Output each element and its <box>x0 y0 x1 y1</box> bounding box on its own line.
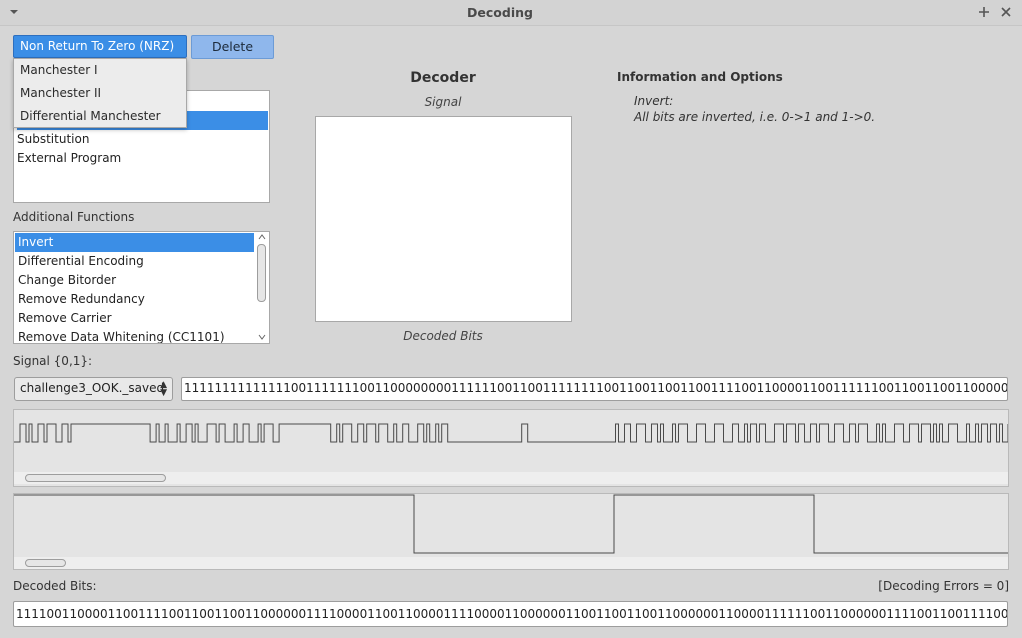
signal-bits-field[interactable]: 1111111111111100111111100110000000011111… <box>181 377 1008 401</box>
list-item[interactable]: Remove Carrier <box>15 309 254 328</box>
updown-arrow-icon: ▲ ▼ <box>160 380 167 398</box>
window-title: Decoding <box>467 5 533 20</box>
list-item[interactable]: Differential Encoding <box>15 252 254 271</box>
encoding-select[interactable]: Non Return To Zero (NRZ) <box>13 35 187 58</box>
info-title: Information and Options <box>617 70 783 84</box>
list-item[interactable]: Change Bitorder <box>15 271 254 290</box>
list-item[interactable]: Remove Redundancy <box>15 290 254 309</box>
list-item[interactable]: External Program <box>17 149 268 168</box>
title-bar: Decoding <box>0 0 1022 26</box>
close-icon[interactable] <box>998 4 1014 20</box>
scroll-down-icon[interactable] <box>258 334 266 340</box>
additional-functions-label: Additional Functions <box>13 210 135 224</box>
info-description: All bits are inverted, i.e. 0->1 and 1->… <box>634 110 876 124</box>
encoding-dropdown[interactable]: Manchester I Manchester II Differential … <box>13 58 187 128</box>
list-item[interactable]: Invert <box>15 233 254 252</box>
signal-select[interactable]: challenge3_OOK._saved ▲ ▼ <box>14 377 173 401</box>
scrollbar-thumb[interactable] <box>257 244 266 302</box>
list-item[interactable]: Substitution <box>17 130 268 149</box>
horizontal-scrollbar[interactable] <box>14 557 1008 569</box>
dropdown-option[interactable]: Manchester II <box>20 82 101 105</box>
signal-label: Signal {0,1}: <box>13 354 93 368</box>
signal-waveform <box>14 423 1008 443</box>
decoder-title: Decoder <box>410 70 476 86</box>
delete-button[interactable]: Delete <box>191 35 274 59</box>
decoded-bits-label: Decoded Bits: <box>13 579 97 593</box>
horizontal-scrollbar[interactable] <box>14 472 1008 484</box>
additional-functions-list[interactable]: Invert Differential Encoding Change Bito… <box>13 231 270 344</box>
signal-select-value: challenge3_OOK._saved <box>20 381 165 395</box>
scroll-up-icon[interactable] <box>258 234 266 240</box>
dropdown-option[interactable]: Manchester I <box>20 59 98 82</box>
decoded-bits-caption: Decoded Bits <box>403 329 483 343</box>
dropdown-option[interactable]: Differential Manchester <box>20 105 161 128</box>
scrollbar-thumb[interactable] <box>25 474 166 482</box>
scrollbar-thumb[interactable] <box>25 559 66 567</box>
plus-icon[interactable] <box>976 4 992 20</box>
decoder-canvas <box>315 116 572 322</box>
signal-caption: Signal <box>424 95 462 109</box>
signal-waveform-view[interactable] <box>13 409 1009 487</box>
decoded-bits-field[interactable]: 1111001100001100111100110011001100000011… <box>13 601 1008 627</box>
vertical-scrollbar[interactable] <box>257 234 267 342</box>
decoded-waveform-view[interactable] <box>13 493 1009 570</box>
decoding-errors-status: [Decoding Errors = 0] <box>878 579 1009 593</box>
list-item[interactable]: Remove Data Whitening (CC1101) <box>15 328 254 343</box>
info-option-name: Invert: <box>634 94 674 108</box>
decoded-waveform <box>14 494 1008 554</box>
